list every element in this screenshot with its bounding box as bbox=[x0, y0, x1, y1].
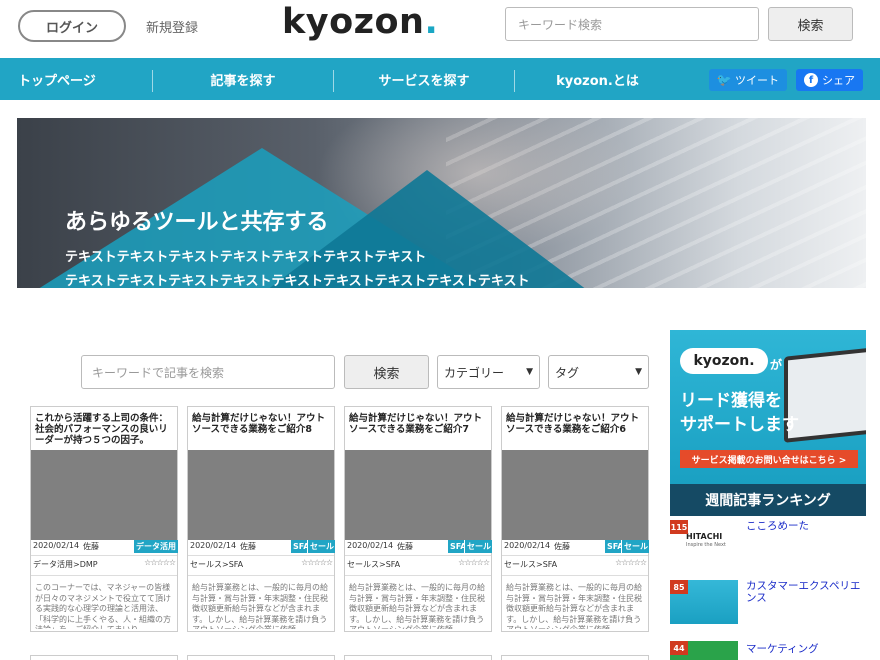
hero-title: あらゆるツールと共存する bbox=[65, 210, 329, 235]
register-link[interactable]: 新規登録 bbox=[146, 17, 198, 36]
divider bbox=[188, 555, 334, 556]
ad-headline: サポートします bbox=[680, 415, 799, 435]
article-description: 給与計算業務とは、一般的に毎月の給与計算・賞与計算・年末調整・住民税徴収額更新給… bbox=[349, 583, 485, 629]
article-author: 佐藤 bbox=[397, 542, 413, 551]
article-author: 佐藤 bbox=[554, 542, 570, 551]
nav-item-services[interactable]: サービスを探す bbox=[334, 58, 514, 100]
twitter-icon: 🐦 bbox=[716, 73, 732, 87]
tag-select-label: タグ bbox=[555, 365, 580, 380]
divider bbox=[502, 575, 648, 576]
article-tag[interactable]: データ活用 bbox=[134, 540, 178, 553]
ranking-count-badge: 85 bbox=[670, 580, 688, 594]
article-tag[interactable]: SFA bbox=[291, 540, 307, 553]
article-tag[interactable]: SFA bbox=[448, 540, 464, 553]
article-author: 佐藤 bbox=[240, 542, 256, 551]
article-date: 2020/02/14 bbox=[347, 541, 394, 550]
login-button[interactable]: ログイン bbox=[18, 10, 126, 42]
category-select[interactable]: カテゴリー ▼ bbox=[437, 355, 540, 389]
article-search-input[interactable]: キーワードで記事を検索 bbox=[81, 355, 335, 389]
facebook-icon: f bbox=[804, 73, 818, 87]
ranking-thumbnail[interactable]: 85 bbox=[670, 580, 738, 624]
ranking-count-badge: 115 bbox=[670, 520, 688, 534]
ranking-count-badge: 44 bbox=[670, 641, 688, 655]
article-date: 2020/02/14 bbox=[190, 541, 237, 550]
article-description: このコーナーでは、マネジャーの皆様が日々のマネジメントで役立てて頂ける実践的な心… bbox=[35, 583, 171, 629]
article-date: 2020/02/14 bbox=[33, 541, 80, 550]
hero-text: テキストテキストテキストテキストテキストテキストテキストテキストテキスト bbox=[65, 274, 530, 288]
hero-banner: あらゆるツールと共存する テキストテキストテキストテキストテキストテキストテキス… bbox=[17, 118, 866, 288]
nav-item-top[interactable]: トップページ bbox=[18, 58, 100, 100]
hero-text: テキストテキストテキストテキストテキストテキストテキスト bbox=[65, 250, 427, 265]
divider bbox=[31, 555, 177, 556]
article-tag[interactable]: セール bbox=[465, 540, 492, 553]
article-card-partial[interactable] bbox=[30, 655, 178, 660]
category-select-label: カテゴリー bbox=[444, 365, 505, 380]
ad-logo: kyozon. bbox=[680, 348, 768, 374]
article-card-partial[interactable] bbox=[187, 655, 335, 660]
article-card[interactable]: 給与計算だけじゃない！アウトソースできる業務をご紹介8 2020/02/14 佐… bbox=[187, 406, 335, 632]
article-card-partial[interactable] bbox=[344, 655, 492, 660]
article-title[interactable]: 給与計算だけじゃない！アウトソースできる業務をご紹介7 bbox=[349, 413, 489, 435]
article-card[interactable]: これから活躍する上司の条件：社会的パフォーマンスの良いリーダーが持つ５つの因子。… bbox=[30, 406, 178, 632]
dropdown-arrow-icon: ▼ bbox=[635, 367, 642, 377]
hitachi-tagline: Inspire the Next bbox=[686, 542, 726, 548]
share-label: シェア bbox=[822, 74, 855, 87]
ranking-title[interactable]: こころめーた bbox=[746, 520, 864, 532]
divider bbox=[31, 575, 177, 576]
nav-item-articles[interactable]: 記事を探す bbox=[153, 58, 333, 100]
divider bbox=[502, 555, 648, 556]
facebook-share-button[interactable]: f シェア bbox=[796, 69, 863, 91]
article-card[interactable]: 給与計算だけじゃない！アウトソースできる業務をご紹介7 2020/02/14 佐… bbox=[344, 406, 492, 632]
ranking-heading: 週間記事ランキング bbox=[670, 484, 866, 516]
article-category[interactable]: セールス>SFA bbox=[190, 559, 243, 570]
article-tag[interactable]: セール bbox=[308, 540, 335, 553]
ranking-title[interactable]: マーケティング bbox=[746, 643, 864, 655]
article-category[interactable]: セールス>SFA bbox=[504, 559, 557, 570]
tweet-label: ツイート bbox=[735, 74, 779, 87]
article-tag[interactable]: セール bbox=[622, 540, 649, 553]
article-thumbnail[interactable] bbox=[31, 450, 177, 540]
hitachi-logo: HITACHI bbox=[686, 532, 723, 541]
article-author: 佐藤 bbox=[83, 542, 99, 551]
ranking-thumbnail[interactable]: HITACHI Inspire the Next 115 bbox=[670, 520, 738, 564]
article-category[interactable]: データ活用>DMP bbox=[33, 559, 98, 570]
sidebar-ad-banner[interactable]: kyozon. が リード獲得を サポートします サービス掲載のお問い合せはこち… bbox=[670, 330, 866, 485]
ad-cta-button[interactable]: サービス掲載のお問い合せはこちら > bbox=[680, 450, 858, 468]
article-card-partial[interactable] bbox=[501, 655, 649, 660]
main-nav: トップページ 記事を探す サービスを探す kyozon.とは 🐦 ツイート f … bbox=[0, 58, 880, 100]
rating-stars: ☆☆☆☆☆ bbox=[144, 558, 176, 567]
ad-text: が bbox=[770, 358, 783, 372]
rating-stars: ☆☆☆☆☆ bbox=[615, 558, 647, 567]
article-category[interactable]: セールス>SFA bbox=[347, 559, 400, 570]
tweet-button[interactable]: 🐦 ツイート bbox=[709, 69, 787, 91]
article-description: 給与計算業務とは、一般的に毎月の給与計算・賞与計算・年末調整・住民税徴収額更新給… bbox=[506, 583, 642, 629]
article-card[interactable]: 給与計算だけじゃない！アウトソースできる業務をご紹介6 2020/02/14 佐… bbox=[501, 406, 649, 632]
header-search-input[interactable]: キーワード検索 bbox=[505, 7, 759, 41]
divider bbox=[345, 555, 491, 556]
article-description: 給与計算業務とは、一般的に毎月の給与計算・賞与計算・年末調整・住民税徴収額更新給… bbox=[192, 583, 328, 629]
article-thumbnail[interactable] bbox=[188, 450, 334, 540]
logo-text: kyozon bbox=[282, 2, 425, 42]
tag-select[interactable]: タグ ▼ bbox=[548, 355, 649, 389]
article-thumbnail[interactable] bbox=[502, 450, 648, 540]
ranking-thumbnail[interactable]: 44 bbox=[670, 641, 738, 660]
rating-stars: ☆☆☆☆☆ bbox=[301, 558, 333, 567]
ad-headline: リード獲得を bbox=[680, 391, 782, 411]
article-title[interactable]: これから活躍する上司の条件：社会的パフォーマンスの良いリーダーが持つ５つの因子。 bbox=[35, 413, 175, 446]
article-date: 2020/02/14 bbox=[504, 541, 551, 550]
nav-item-about[interactable]: kyozon.とは bbox=[515, 58, 680, 100]
logo-dot: . bbox=[424, 2, 439, 42]
article-title[interactable]: 給与計算だけじゃない！アウトソースできる業務をご紹介8 bbox=[192, 413, 332, 435]
article-tag[interactable]: SFA bbox=[605, 540, 621, 553]
divider bbox=[345, 575, 491, 576]
article-search-button[interactable]: 検索 bbox=[344, 355, 429, 389]
article-thumbnail[interactable] bbox=[345, 450, 491, 540]
ranking-title[interactable]: カスタマーエクスペリエンス bbox=[746, 580, 864, 604]
article-title[interactable]: 給与計算だけじゃない！アウトソースできる業務をご紹介6 bbox=[506, 413, 646, 435]
dropdown-arrow-icon: ▼ bbox=[526, 367, 533, 377]
divider bbox=[188, 575, 334, 576]
site-logo[interactable]: kyozon. bbox=[282, 2, 438, 42]
header-search-button[interactable]: 検索 bbox=[768, 7, 853, 41]
rating-stars: ☆☆☆☆☆ bbox=[458, 558, 490, 567]
